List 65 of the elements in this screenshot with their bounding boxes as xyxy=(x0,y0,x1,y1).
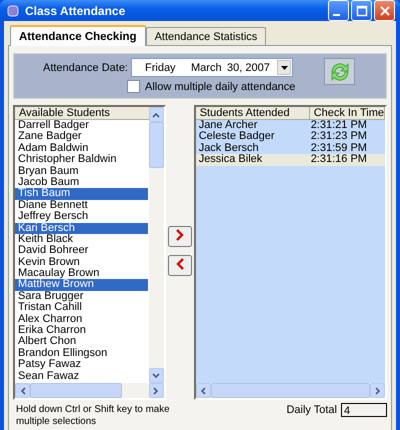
list-item[interactable]: Jacob Baum xyxy=(15,176,148,188)
list-item[interactable]: Diane Bennett xyxy=(15,200,148,212)
checkbox-label[interactable]: Allow multiple daily attendance xyxy=(145,80,296,92)
list-item[interactable]: Brandon Ellingson xyxy=(15,348,148,360)
daily-total-label: Daily Total xyxy=(286,404,337,416)
minimize-icon xyxy=(333,14,340,16)
list-item[interactable]: Albert Chon xyxy=(15,336,148,348)
chevron-left-icon xyxy=(176,258,184,270)
minimize-button[interactable] xyxy=(328,0,349,21)
list-item[interactable]: Tish Baum xyxy=(15,188,148,200)
list-item[interactable]: Zane Badger xyxy=(15,131,148,143)
app-icon xyxy=(7,4,19,16)
hint-text: Hold down Ctrl or Shift key to make multiple selections xyxy=(15,403,171,428)
list-item[interactable]: Matthew Brown xyxy=(15,279,148,291)
horizontal-scrollbar[interactable] xyxy=(15,383,164,398)
list-item[interactable]: Christopher Baldwin xyxy=(15,154,148,166)
maximize-icon xyxy=(356,4,368,16)
add-button[interactable] xyxy=(168,226,192,247)
table-cell-text: 2:31:59 PM xyxy=(310,142,367,154)
table-row[interactable]: Jack Bersch 2:31:59 PM xyxy=(196,142,385,154)
list-item[interactable]: Sara Brugger xyxy=(15,290,148,302)
maximize-button[interactable] xyxy=(351,0,372,21)
table-cell-text: Jane Archer xyxy=(198,120,258,131)
window-title: Class Attendance xyxy=(25,4,126,18)
table-cell: 2:31:23 PM xyxy=(310,131,367,143)
field-label: Attendance Date: xyxy=(42,62,129,74)
daily-total-field: 4 xyxy=(341,403,387,417)
horizontal-scrollbar[interactable] xyxy=(196,383,385,398)
table-cell-text: 2:31:21 PM xyxy=(310,120,367,131)
list-item[interactable]: Alex Charron xyxy=(15,314,148,326)
tab[interactable]: Attendance Checking xyxy=(10,25,146,46)
close-button[interactable] xyxy=(374,0,395,21)
remove-button[interactable] xyxy=(168,255,192,276)
table-cell-text: Jessica Bilek xyxy=(198,154,264,166)
scroll-thumb[interactable] xyxy=(210,383,370,398)
date-picker[interactable]: Friday March 30, 2007 xyxy=(131,58,293,77)
table-row[interactable]: Jane Archer 2:31:21 PM xyxy=(196,120,385,132)
tab[interactable]: Attendance Statistics xyxy=(146,27,266,45)
column-header[interactable]: Students Attended xyxy=(196,107,310,120)
table-row[interactable]: Celeste Badger 2:31:23 PM xyxy=(196,131,385,143)
list-item[interactable]: David Bohreer xyxy=(15,245,148,257)
list-item[interactable]: Adam Baldwin xyxy=(15,142,148,154)
list-item[interactable]: Jeffrey Bersch xyxy=(15,211,148,223)
column-header[interactable]: Available Students xyxy=(15,107,149,120)
scroll-thumb[interactable] xyxy=(30,383,122,398)
chevron-right-icon xyxy=(176,229,184,241)
list-item[interactable]: Patsy Fawaz xyxy=(15,359,148,371)
list-item[interactable]: Kevin Brown xyxy=(15,256,148,268)
list-item[interactable]: Tristan Cahill xyxy=(15,302,148,314)
scroll-thumb[interactable] xyxy=(148,122,164,168)
list-item[interactable]: Keith Black xyxy=(15,234,148,246)
table-cell: 2:31:16 PM xyxy=(310,154,367,166)
list-item[interactable]: Macaulay Brown xyxy=(15,268,148,280)
close-icon xyxy=(378,4,390,16)
table-cell-text: Jack Bersch xyxy=(198,142,260,154)
list-item[interactable]: Erika Charron xyxy=(15,325,148,336)
vertical-scrollbar[interactable] xyxy=(148,107,164,383)
list-item[interactable]: Sean Fawaz xyxy=(15,370,148,382)
list-item[interactable]: Darrell Badger xyxy=(15,120,148,132)
list-item[interactable]: Kari Bersch xyxy=(15,222,148,234)
table-cell-text: Celeste Badger xyxy=(198,131,276,143)
column-header[interactable]: Check In Time xyxy=(310,107,385,120)
table-row[interactable]: Jessica Bilek 2:31:16 PM xyxy=(196,154,385,166)
checkbox[interactable] xyxy=(127,80,140,93)
list-item[interactable]: Bryan Baum xyxy=(15,166,148,177)
